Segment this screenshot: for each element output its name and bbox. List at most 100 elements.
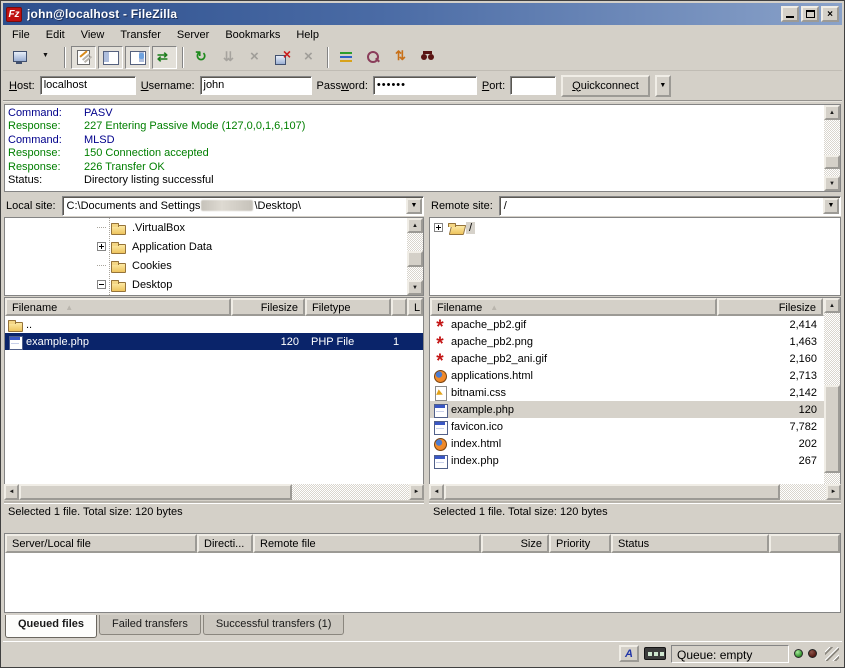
toggle-remote-tree-button[interactable] (125, 46, 150, 69)
scrollbar-thumb[interactable] (824, 155, 840, 169)
menu-help[interactable]: Help (288, 26, 327, 44)
close-button[interactable]: × (821, 6, 839, 22)
scroll-up-icon[interactable]: ▲ (407, 218, 423, 233)
queue-column-serverlocalfile[interactable]: Server/Local file (5, 534, 197, 553)
scrollbar-thumb[interactable] (824, 385, 840, 473)
local-tree-vscrollbar[interactable]: ▲ ▼ (407, 218, 423, 295)
refresh-button[interactable] (189, 46, 214, 69)
scrollbar-track[interactable] (444, 484, 826, 500)
minimize-button[interactable] (781, 6, 799, 22)
file-row[interactable]: favicon.ico7,782 (430, 418, 824, 435)
site-manager-button[interactable] (7, 46, 32, 69)
scrollbar-thumb[interactable] (19, 484, 292, 500)
scrollbar-thumb[interactable] (407, 251, 423, 267)
scroll-down-icon[interactable]: ▼ (407, 280, 423, 295)
scrollbar-track[interactable] (824, 313, 840, 484)
remote-site-combo[interactable]: / ▼ (499, 196, 841, 216)
ascii-data-type-icon[interactable]: A (619, 645, 639, 662)
scrollbar-track[interactable] (19, 484, 409, 500)
menu-transfer[interactable]: Transfer (112, 26, 169, 44)
scroll-up-icon[interactable]: ▲ (824, 298, 840, 313)
quickconnect-dropdown-button[interactable]: ▼ (655, 75, 671, 97)
local-list-hscrollbar[interactable]: ◄ ► (4, 484, 424, 500)
password-input[interactable]: •••••• (373, 76, 477, 95)
compare-button[interactable] (361, 46, 386, 69)
queue-column-size[interactable]: Size (481, 534, 549, 553)
scrollbar-track[interactable] (407, 233, 423, 280)
scroll-left-icon[interactable]: ◄ (4, 484, 19, 500)
expand-plus-icon[interactable] (434, 223, 443, 232)
file-row[interactable]: index.php267 (430, 452, 824, 469)
menu-bookmarks[interactable]: Bookmarks (217, 26, 288, 44)
cancel-operation-button[interactable] (243, 46, 268, 69)
scroll-left-icon[interactable]: ◄ (429, 484, 444, 500)
tree-item[interactable]: .VirtualBox (5, 218, 423, 237)
site-manager-dropdown-button[interactable] (34, 46, 59, 69)
file-row[interactable]: apache_pb2.png1,463 (430, 333, 824, 350)
file-row[interactable]: example.php120 (430, 401, 824, 418)
file-row[interactable]: applications.html2,713 (430, 367, 824, 384)
collapse-minus-icon[interactable] (97, 280, 106, 289)
scroll-right-icon[interactable]: ► (826, 484, 841, 500)
tree-item[interactable]: Desktop (5, 275, 423, 294)
column-header-filesize[interactable]: Filesize (717, 298, 823, 316)
column-header-filename[interactable]: Filename▲ (5, 298, 231, 316)
remote-site-dropdown-button[interactable]: ▼ (823, 198, 839, 214)
file-row[interactable]: bitnami.css2,142 (430, 384, 824, 401)
process-queue-button[interactable] (216, 46, 241, 69)
file-row[interactable]: index.html202 (430, 435, 824, 452)
tab-queued-files[interactable]: Queued files (5, 615, 97, 638)
tree-item[interactable]: Application Data (5, 237, 423, 256)
toggle-local-tree-button[interactable] (98, 46, 123, 69)
scroll-up-icon[interactable]: ▲ (824, 105, 840, 120)
scroll-right-icon[interactable]: ► (409, 484, 424, 500)
vertical-pane-splitter[interactable] (424, 195, 429, 521)
log-splitter[interactable] (3, 192, 842, 195)
column-header-lastmodified[interactable]: L (407, 298, 423, 316)
quickconnect-button[interactable]: Quickconnect (561, 75, 650, 97)
speed-limit-icon[interactable] (644, 647, 666, 660)
toggle-transfer-queue-button[interactable] (152, 46, 177, 69)
maximize-button[interactable] (801, 6, 819, 22)
menu-server[interactable]: Server (169, 26, 217, 44)
username-input[interactable]: john (200, 76, 312, 95)
host-input[interactable]: localhost (40, 76, 136, 95)
sync-browsing-button[interactable] (388, 46, 413, 69)
reconnect-button[interactable] (297, 46, 322, 69)
message-log-vscrollbar[interactable]: ▲ ▼ (824, 105, 840, 191)
remote-list-hscrollbar[interactable]: ◄ ► (429, 484, 841, 500)
local-site-combo[interactable]: C:\Documents and Settings\Desktop\ ▼ (62, 196, 424, 216)
queue-splitter[interactable] (3, 521, 842, 533)
scrollbar-track[interactable] (824, 120, 840, 176)
queue-column-priority[interactable]: Priority (549, 534, 611, 553)
filter-button[interactable] (334, 46, 359, 69)
find-button[interactable] (415, 46, 440, 69)
file-row[interactable]: apache_pb2_ani.gif2,160 (430, 350, 824, 367)
resize-grip[interactable] (825, 647, 839, 661)
remote-list-vscrollbar[interactable]: ▲ ▼ (824, 298, 840, 499)
file-row[interactable]: example.php120PHP File1 (5, 333, 423, 350)
menu-view[interactable]: View (73, 26, 113, 44)
tab-successful-transfers-[interactable]: Successful transfers (1) (203, 615, 345, 635)
expand-plus-icon[interactable] (97, 242, 106, 251)
tree-item[interactable]: / (430, 218, 840, 237)
tree-item[interactable]: Cookies (5, 256, 423, 275)
port-input[interactable] (510, 76, 556, 95)
queue-column-directi[interactable]: Directi... (197, 534, 253, 553)
file-row[interactable]: .. (5, 316, 423, 333)
queue-column-status[interactable]: Status (611, 534, 769, 553)
file-row[interactable]: apache_pb2.gif2,414 (430, 316, 824, 333)
menu-file[interactable]: File (4, 26, 38, 44)
disconnect-button[interactable] (270, 46, 295, 69)
menu-edit[interactable]: Edit (38, 26, 73, 44)
local-site-dropdown-button[interactable]: ▼ (406, 198, 422, 214)
column-header-filename[interactable]: Filename▲ (430, 298, 717, 316)
column-header-filetype[interactable]: Filetype (305, 298, 391, 316)
tab-failed-transfers[interactable]: Failed transfers (99, 615, 201, 635)
scroll-down-icon[interactable]: ▼ (824, 176, 840, 191)
column-header-filesize[interactable]: Filesize (231, 298, 305, 316)
scrollbar-thumb[interactable] (444, 484, 780, 500)
toggle-message-log-button[interactable] (71, 46, 96, 69)
file-size-cell: 2,160 (717, 350, 823, 367)
queue-column-remotefile[interactable]: Remote file (253, 534, 481, 553)
